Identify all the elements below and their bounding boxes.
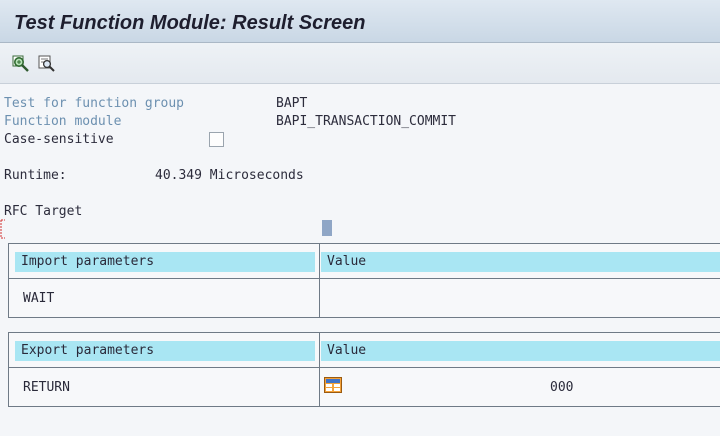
export-param-value: 000 — [550, 380, 574, 395]
runtime-label: Runtime: — [4, 168, 67, 183]
import-table-header: Import parameters Value — [9, 244, 720, 279]
export-parameters-table: Export parameters Value RETURN 000 — [8, 332, 720, 407]
details-button[interactable] — [38, 55, 56, 73]
rfc-target-input-cursor[interactable] — [322, 220, 332, 236]
column-divider — [319, 333, 320, 367]
result-content: Test for function group BAPT Function mo… — [0, 84, 720, 436]
title-bar: Test Function Module: Result Screen — [0, 0, 720, 43]
table-row[interactable]: WAIT — [9, 279, 720, 318]
column-divider — [319, 244, 320, 278]
function-group-label: Test for function group — [4, 96, 185, 111]
case-sensitive-label: Case-sensitive — [4, 132, 114, 147]
import-col-header: Import parameters — [15, 252, 315, 272]
function-group-value: BAPT — [276, 96, 308, 111]
import-parameters-table: Import parameters Value WAIT — [8, 243, 720, 318]
rfc-target-label: RFC Target — [4, 204, 83, 219]
case-sensitive-checkbox[interactable] — [209, 132, 224, 147]
page-title: Test Function Module: Result Screen — [14, 12, 366, 34]
export-value-col-header: Value — [321, 341, 720, 361]
function-module-label: Function module — [4, 114, 122, 129]
export-table-header: Export parameters Value — [9, 333, 720, 368]
structure-icon[interactable] — [324, 377, 342, 393]
import-param-name: WAIT — [23, 291, 55, 306]
column-divider — [319, 279, 320, 317]
toolbar — [0, 43, 720, 84]
magnify-icon — [12, 55, 30, 73]
export-col-header: Export parameters — [15, 341, 315, 361]
magnify-button[interactable] — [12, 55, 30, 73]
table-row[interactable]: RETURN 000 — [9, 368, 720, 407]
red-marker-icon — [0, 218, 7, 240]
function-module-value: BAPI_TRANSACTION_COMMIT — [276, 114, 457, 129]
export-param-name: RETURN — [23, 380, 70, 395]
import-value-col-header: Value — [321, 252, 720, 272]
details-icon — [38, 55, 56, 73]
runtime-value: 40.349 Microseconds — [155, 168, 304, 183]
column-divider — [319, 368, 320, 406]
